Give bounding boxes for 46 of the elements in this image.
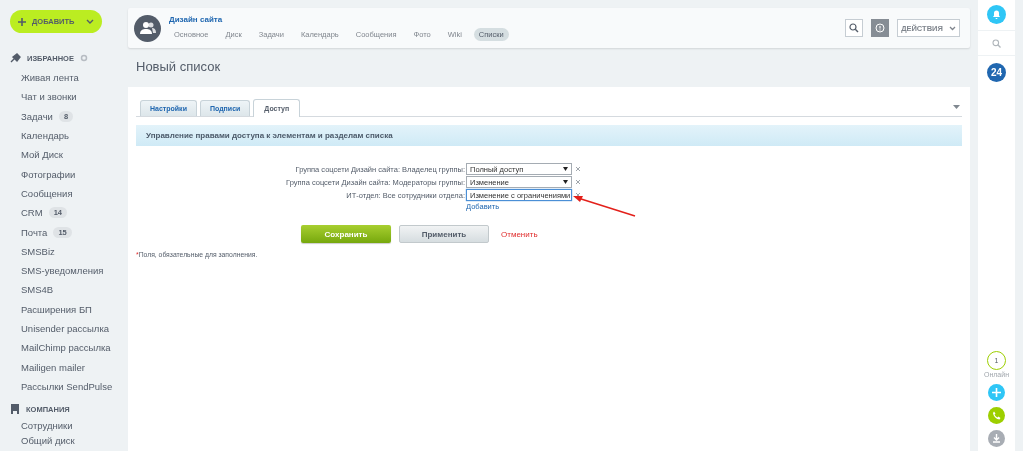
chevron-down-icon [948, 25, 956, 31]
sidebar-item[interactable]: SMS4B [21, 284, 54, 296]
search-icon [849, 23, 859, 33]
dropdown-triangle-icon[interactable] [953, 105, 960, 109]
dropdown-triangle-icon [563, 167, 568, 171]
remove-icon[interactable] [575, 179, 581, 185]
sidebar-item[interactable]: Сообщения [21, 187, 73, 199]
section-header: Управление правами доступа к элементам и разделам списка [136, 125, 962, 146]
sidebar-item[interactable]: Общий диск [21, 435, 75, 447]
sidebar-item[interactable]: Задачи [21, 110, 53, 122]
dropdown-triangle-icon [563, 180, 568, 184]
cancel-link[interactable]: Отменить [501, 229, 538, 239]
sidebar-item[interactable]: Unisender рассылка [21, 323, 110, 334]
sidebar-item[interactable]: Мой Диск [21, 149, 63, 161]
sidebar-item[interactable]: Фотографии [21, 168, 76, 180]
bell-icon[interactable] [987, 5, 1006, 24]
phone-icon[interactable] [988, 407, 1005, 424]
plus-icon[interactable] [988, 384, 1005, 401]
search-icon[interactable] [992, 39, 1001, 48]
apply-button[interactable]: Применить [399, 225, 489, 243]
info-button[interactable] [871, 19, 889, 37]
group-name[interactable]: Дизайн сайта [169, 15, 837, 24]
sidebar-item[interactable]: Живая лента [21, 72, 79, 84]
counter-badge[interactable]: 24 [987, 63, 1006, 82]
sidebar-item[interactable]: SMSBiz [21, 245, 55, 257]
sidebar-item[interactable]: Рассылки SendPulse [21, 380, 113, 392]
sidebar-item[interactable]: SMS-уведомления [21, 265, 104, 277]
sidebar-item[interactable]: MailChimp рассылка [21, 342, 111, 354]
sidebar-item[interactable]: Mailigen mailer [21, 361, 85, 373]
pin-icon [10, 53, 21, 63]
info-icon [875, 23, 885, 33]
chevron-down-icon [86, 19, 94, 24]
sidebar-item[interactable]: Календарь [21, 130, 69, 142]
people-icon [139, 22, 156, 34]
sidebar-item[interactable]: Расширения БП [21, 303, 92, 315]
plus-icon [18, 17, 26, 26]
sidebar-item[interactable]: Сотрудники [21, 420, 73, 432]
search-button[interactable] [845, 19, 863, 37]
sidebar-item[interactable]: Почта [21, 226, 48, 238]
building-icon [10, 404, 20, 415]
remove-icon[interactable] [575, 166, 581, 172]
page-title: Новый список [136, 59, 222, 76]
sidebar-item[interactable]: Чат и звонки [21, 91, 77, 103]
download-icon[interactable] [988, 430, 1005, 447]
sidebar-item[interactable]: CRM [21, 207, 43, 219]
annotation-arrow [573, 196, 636, 217]
